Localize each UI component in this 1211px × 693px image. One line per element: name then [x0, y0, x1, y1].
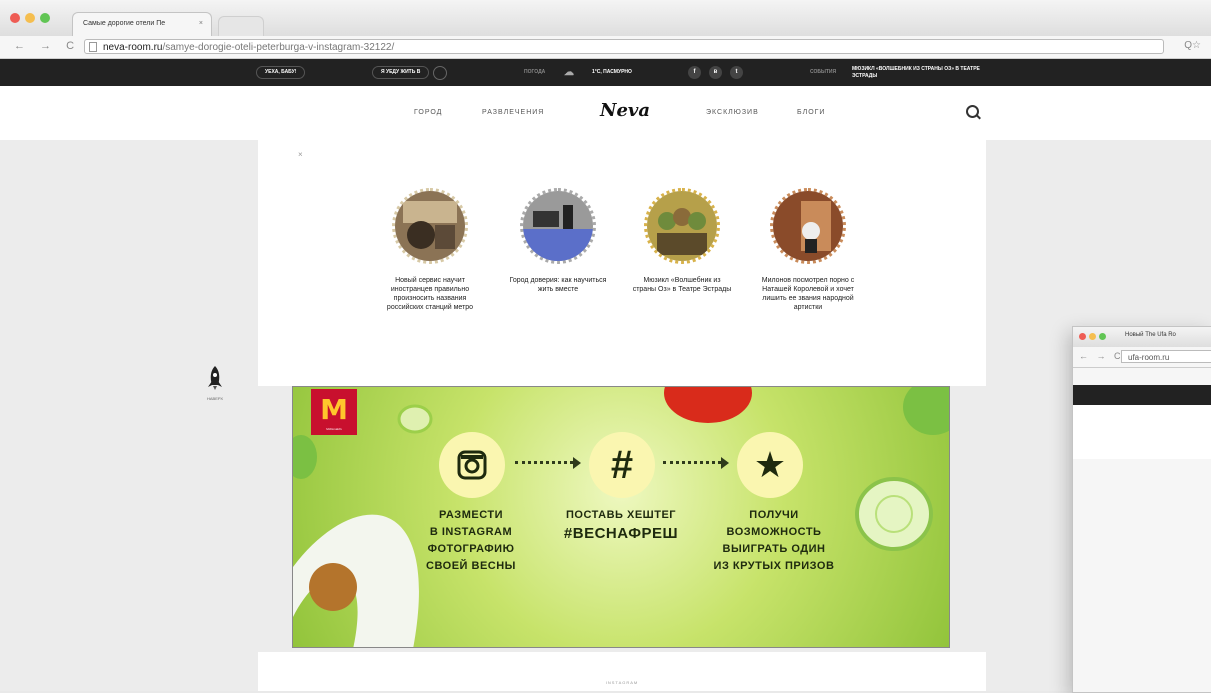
facebook-icon[interactable]: f [688, 66, 701, 79]
second-nav-icons[interactable]: ← → C [1079, 351, 1124, 361]
hashtag-text: #ВЕСНАФРЕШ [563, 525, 679, 542]
article-caption: Мюзикл «Волшебник из страны Оз» в Театре… [632, 277, 732, 293]
search-icon[interactable] [966, 105, 979, 118]
step-line: В INSTAGRAM [429, 526, 513, 538]
second-navigation-bar: ← → C ufa-room.ru [1073, 347, 1211, 368]
browser-window: Самые дорогие отели Пе × ← → C neva-room… [0, 0, 1211, 693]
mcdonalds-banner[interactable]: M McDonald's # ★ РАЗМЕСТИ В INSTAGRAM ФО… [292, 386, 950, 648]
second-close-button[interactable] [1079, 333, 1086, 340]
step-hashtag: ПОСТАВЬ ХЕШТЕГ #ВЕСНАФРЕШ [551, 507, 691, 544]
back-forward-reload-icons[interactable]: ← → C [14, 40, 80, 52]
minimize-window-button[interactable] [25, 13, 35, 23]
hashtag-step-icon: # [589, 432, 655, 498]
relocate-pill[interactable]: Я УЕДУ ЖИТЬ В [372, 59, 482, 86]
arrow-icon [721, 457, 729, 469]
prize-step-icon: ★ [737, 432, 803, 498]
weather-value: 1°С, ПАСМУРНО [592, 69, 632, 75]
search-bookmark-icons[interactable]: Q☆ [1184, 40, 1201, 51]
menu-item-exclusive[interactable]: ЭКСКЛЮЗИВ [706, 109, 759, 116]
mcdonalds-sub: McDonald's [326, 427, 342, 431]
second-minimize-button[interactable] [1089, 333, 1096, 340]
site-top-bar: УЕХА, БАБУ! Я УЕДУ ЖИТЬ В ПОГОДА ☁ 1°С, … [0, 59, 1211, 86]
scroll-to-top-label: НАВЕРХ [206, 396, 224, 401]
arrow-line [515, 461, 573, 468]
menu-item-city[interactable]: ГОРОД [414, 109, 442, 116]
hashtag-icon: # [610, 443, 634, 487]
arrow-line [663, 461, 721, 468]
second-title-bar: Новый The Ufa Ro [1073, 327, 1211, 348]
step-line: ВЫИГРАТЬ ОДИН [722, 543, 826, 555]
relocate-text: Я УЕДУ ЖИТЬ В [372, 66, 430, 79]
article-caption: Новый сервис научит иностранцев правильн… [386, 277, 474, 311]
mcdonalds-logo: M McDonald's [311, 389, 357, 435]
url-path: /samye-dorogie-oteli-peterburga-v-instag… [162, 42, 395, 53]
article-card[interactable]: Мюзикл «Волшебник из страны Оз» в Театре… [632, 188, 732, 294]
second-tab-title[interactable]: Новый The Ufa Ro [1125, 332, 1176, 338]
twitter-icon[interactable]: t [730, 66, 743, 79]
social-links: f в t [688, 59, 743, 86]
instagram-step-icon [439, 432, 505, 498]
close-window-button[interactable] [10, 13, 20, 23]
weather-label: ПОГОДА [524, 69, 546, 75]
close-icon[interactable]: × [298, 150, 303, 159]
globe-icon [433, 65, 448, 80]
menu-item-blogs[interactable]: БЛОГИ [797, 109, 825, 116]
address-bar[interactable]: neva-room.ru/samye-dorogie-oteli-peterbu… [84, 39, 1164, 54]
tab-close-icon[interactable]: × [199, 13, 203, 35]
events-label: СОБЫТИЯ [810, 69, 837, 75]
site-logo[interactable]: Neva [600, 100, 650, 121]
page-icon [89, 42, 97, 52]
url-domain: neva-room.ru [103, 42, 163, 53]
second-top-bar [1073, 385, 1211, 405]
article-image [520, 188, 596, 264]
article-caption: Милонов посмотрел порно с Наташей Короле… [761, 277, 855, 311]
step-upload: РАЗМЕСТИ В INSTAGRAM ФОТОГРАФИЮ СВОЕЙ ВЕ… [411, 507, 531, 575]
second-browser-window: Новый The Ufa Ro ← → C ufa-room.ru [1072, 326, 1211, 693]
step-line: РАЗМЕСТИ [438, 509, 503, 521]
new-tab-button[interactable] [218, 16, 264, 37]
instagram-section: INSTAGRAM [258, 652, 986, 691]
vk-icon[interactable]: в [709, 66, 722, 79]
rocket-icon [208, 366, 222, 390]
star-icon: ★ [753, 444, 787, 485]
menu-item-entertainment[interactable]: РАЗВЛЕЧЕНИЯ [482, 109, 544, 116]
article-caption: Город доверия: как научиться жить вместе [509, 277, 607, 293]
step-line: ПОЛУЧИ [749, 509, 799, 521]
step-line: ВОЗМОЖНОСТЬ [726, 526, 822, 538]
step-line: СВОЕЙ ВЕСНЫ [426, 560, 516, 572]
second-header [1073, 405, 1211, 459]
step-line: ИЗ КРУТЫХ ПРИЗОВ [713, 560, 835, 572]
event-link[interactable]: МЮЗИКЛ «ВОЛШЕБНИК ИЗ СТРАНЫ ОЗ» В ТЕАТРЕ… [852, 59, 982, 86]
maximize-window-button[interactable] [40, 13, 50, 23]
browser-tab[interactable]: Самые дорогие отели Пе × [72, 12, 212, 36]
tab-title: Самые дорогие отели Пе [83, 20, 166, 27]
navigation-bar: ← → C neva-room.ru/samye-dorogie-oteli-p… [0, 36, 1211, 59]
article-image [392, 188, 468, 264]
article-card[interactable]: Милонов посмотрел порно с Наташей Короле… [758, 188, 858, 312]
arrow-icon [573, 457, 581, 469]
greeting-text: УЕХА, БАБУ! [256, 66, 306, 79]
mcdonalds-m: M [320, 393, 348, 426]
greeting-pill[interactable]: УЕХА, БАБУ! [256, 59, 328, 86]
step-prize: ПОЛУЧИ ВОЗМОЖНОСТЬ ВЫИГРАТЬ ОДИН ИЗ КРУТ… [699, 507, 849, 575]
article-card[interactable]: Новый сервис научит иностранцев правильн… [380, 188, 480, 312]
article-image [644, 188, 720, 264]
second-maximize-button[interactable] [1099, 333, 1106, 340]
second-address-bar[interactable]: ufa-room.ru [1121, 350, 1211, 363]
article-image [770, 188, 846, 264]
scroll-to-top-button[interactable]: НАВЕРХ [203, 365, 227, 401]
step-line: ФОТОГРАФИЮ [427, 543, 515, 555]
title-bar: Самые дорогие отели Пе × [0, 0, 1211, 37]
related-articles: × Новый сервис научит иностранцев правил… [258, 140, 986, 386]
step-line: ПОСТАВЬ ХЕШТЕГ [565, 509, 677, 521]
cloud-icon: ☁ [564, 67, 574, 78]
site-header: ГОРОД РАЗВЛЕЧЕНИЯ Neva ЭКСКЛЮЗИВ БЛОГИ [0, 86, 1211, 140]
instagram-icon [457, 450, 487, 480]
article-card[interactable]: Город доверия: как научиться жить вместе [508, 188, 608, 294]
instagram-label: INSTAGRAM [605, 680, 639, 685]
